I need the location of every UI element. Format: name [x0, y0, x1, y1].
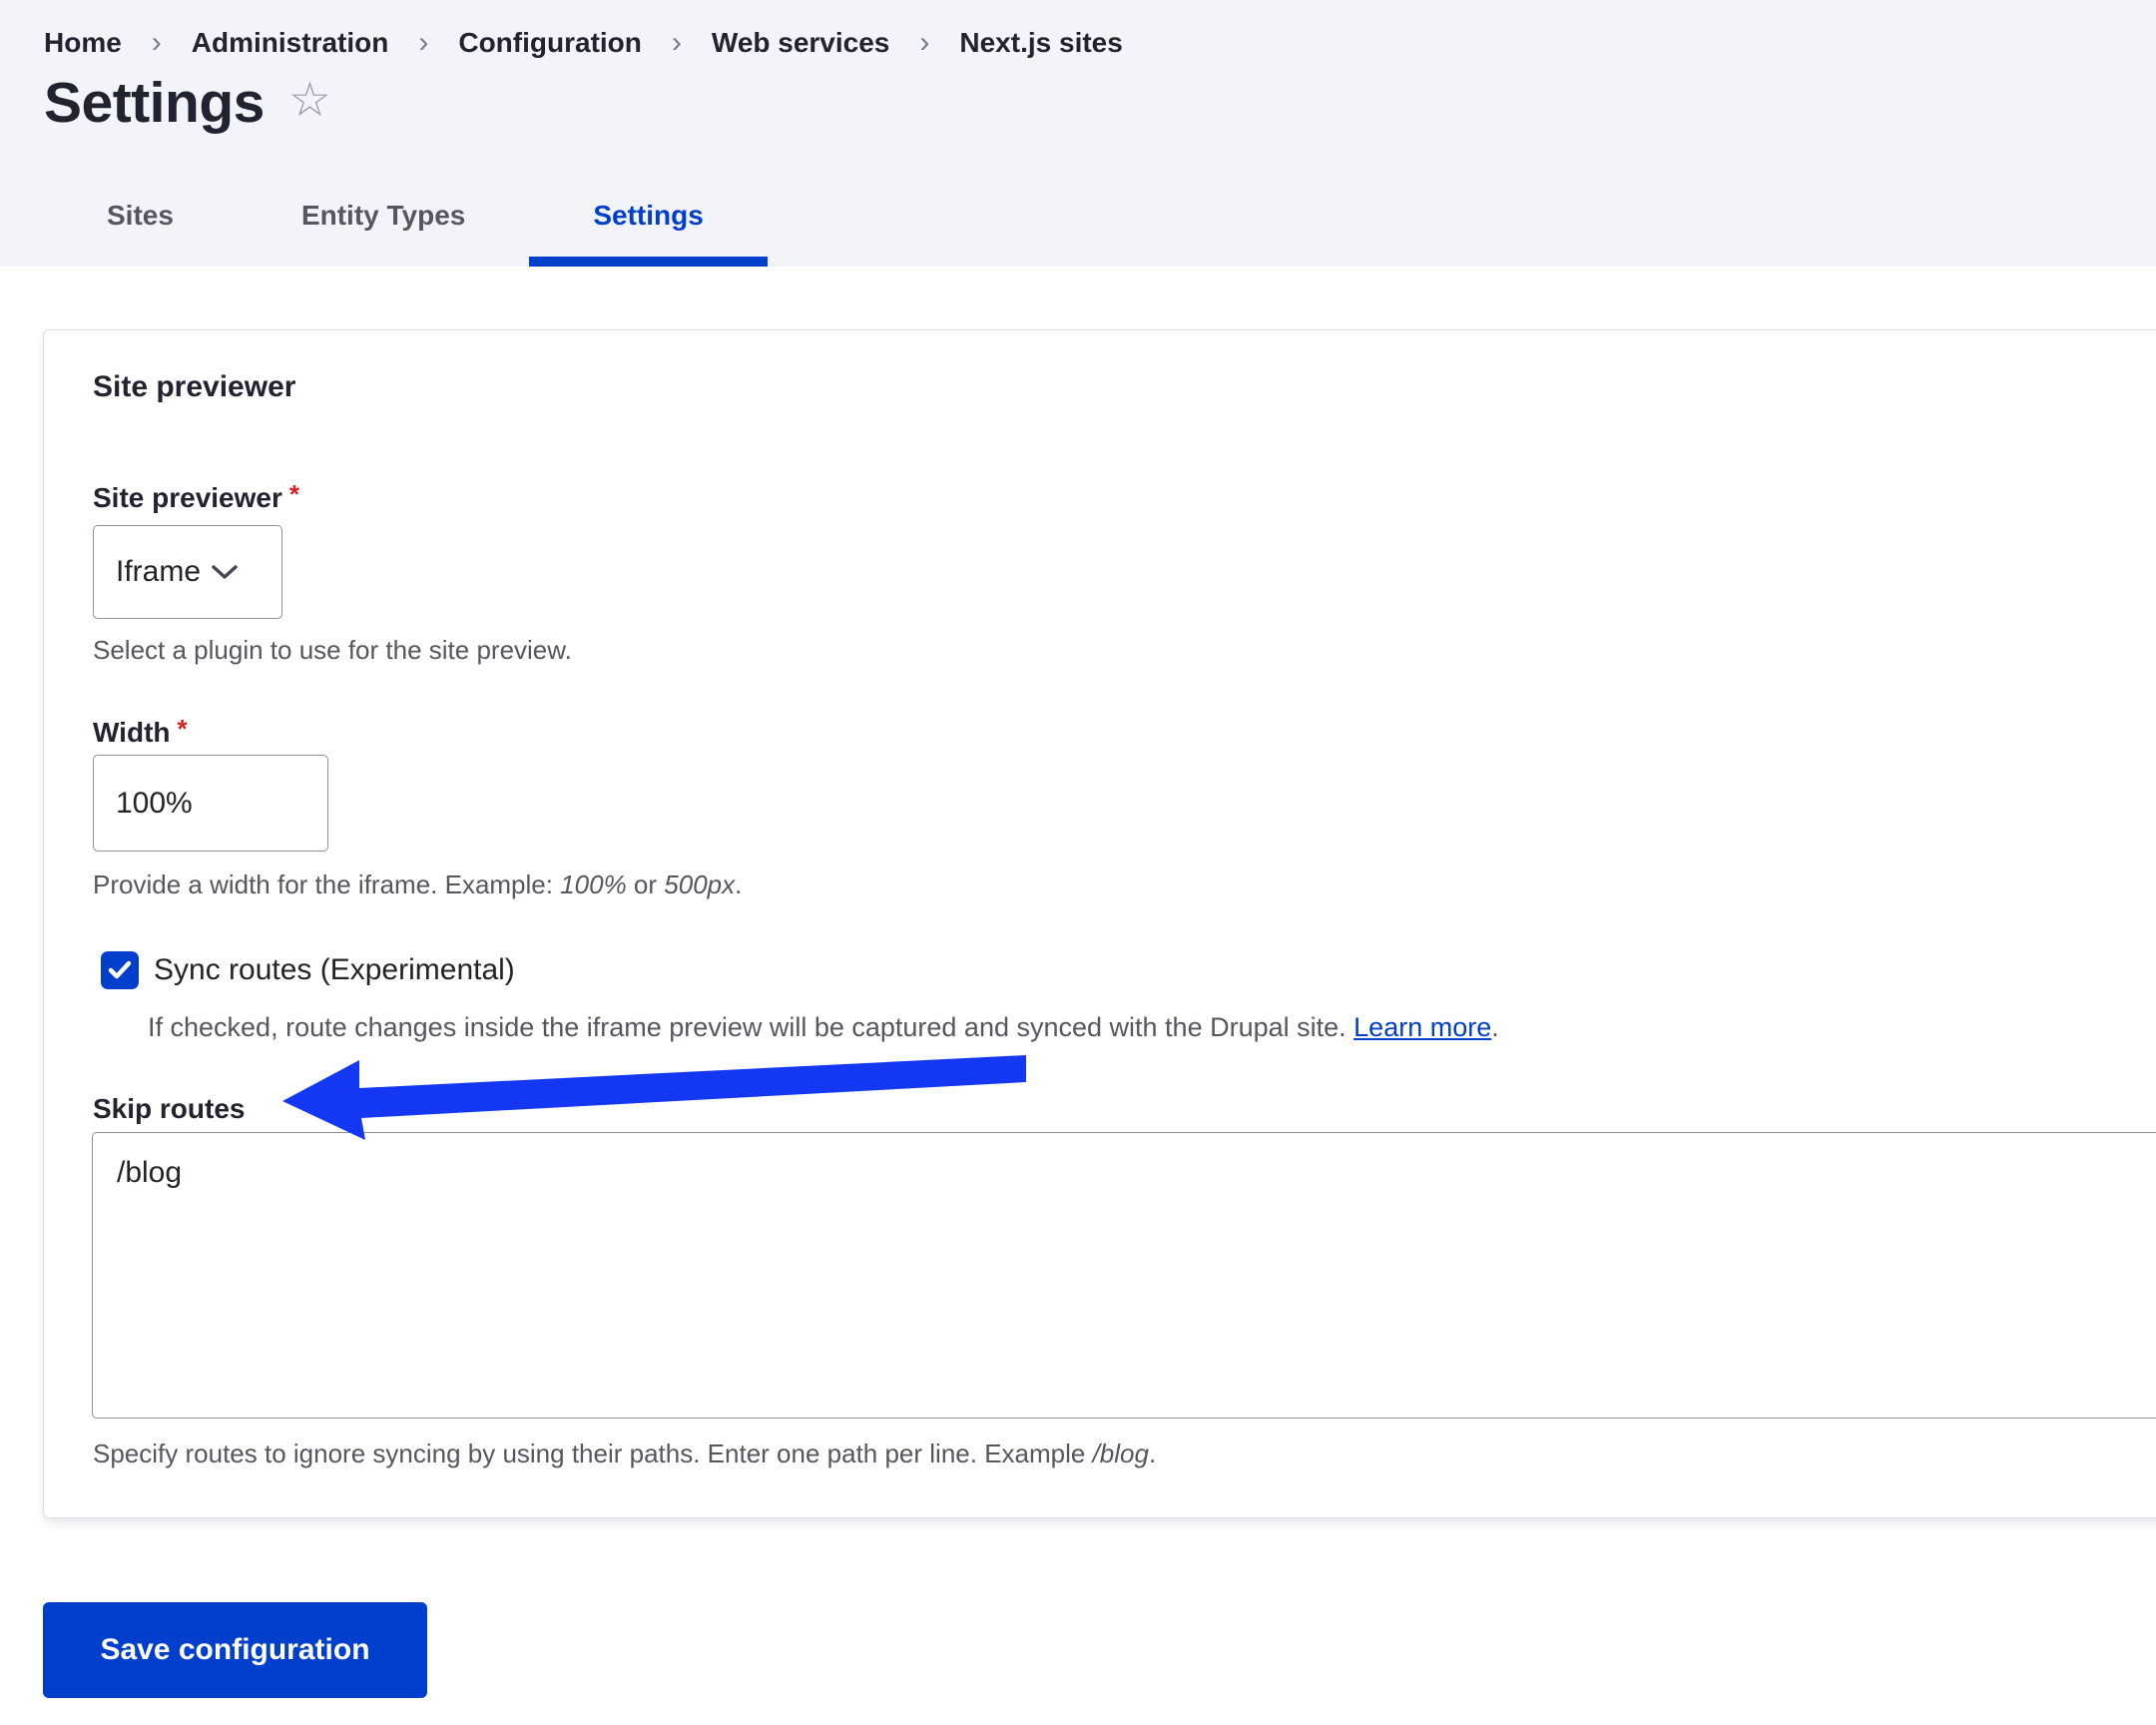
width-example-1: 100% [560, 869, 627, 899]
nextjs-settings-page: Home › Administration › Configuration › … [0, 0, 2156, 1725]
site-previewer-label: Site previewer* [93, 483, 2156, 513]
tab-entity-types[interactable]: Entity Types [238, 175, 529, 267]
width-label-text: Width [93, 717, 171, 748]
skip-routes-description-text: . [1149, 1438, 1156, 1468]
breadcrumb-link-administration[interactable]: Administration [192, 27, 389, 59]
required-asterisk: * [178, 714, 188, 744]
site-previewer-fieldset: Site previewer Site previewer* Iframe Se… [43, 329, 2156, 1518]
title-row: Settings ☆ [0, 60, 2156, 136]
skip-routes-textarea[interactable]: /blog [92, 1132, 2156, 1419]
site-previewer-label-text: Site previewer [93, 482, 282, 513]
width-label: Width* [93, 718, 2156, 748]
chevron-down-icon [211, 563, 239, 581]
breadcrumb-link-nextjs-sites[interactable]: Next.js sites [959, 27, 1122, 59]
breadcrumb-separator-icon: › [418, 26, 428, 60]
site-previewer-select[interactable]: Iframe [93, 525, 282, 619]
favorite-star-icon[interactable]: ☆ [288, 72, 331, 128]
breadcrumb-separator-icon: › [672, 26, 682, 60]
breadcrumb-separator-icon: › [919, 26, 929, 60]
site-previewer-select-value: Iframe [116, 555, 201, 589]
width-description-text: Provide a width for the iframe. Example: [93, 869, 560, 899]
skip-routes-description: Specify routes to ignore syncing by usin… [93, 1438, 2156, 1468]
breadcrumb-link-web-services[interactable]: Web services [712, 27, 890, 59]
breadcrumb-link-configuration[interactable]: Configuration [458, 27, 642, 59]
save-configuration-button[interactable]: Save configuration [43, 1602, 427, 1698]
sync-routes-row: Sync routes (Experimental) [101, 951, 2156, 989]
fieldset-legend: Site previewer [93, 370, 2156, 404]
skip-routes-label: Skip routes [93, 1094, 2156, 1124]
width-example-2: 500px [664, 869, 735, 899]
width-input[interactable] [93, 755, 328, 852]
tab-bar: Sites Entity Types Settings [43, 175, 768, 267]
sync-routes-description-text: If checked, route changes inside the ifr… [148, 1012, 1353, 1042]
skip-routes-description-text: Specify routes to ignore syncing by usin… [93, 1438, 1093, 1468]
skip-routes-example: /blog [1093, 1438, 1149, 1468]
check-icon [108, 960, 132, 980]
width-description: Provide a width for the iframe. Example:… [93, 869, 2156, 899]
width-description-text: or [627, 869, 665, 899]
sync-routes-checkbox[interactable] [101, 951, 139, 989]
breadcrumb-separator-icon: › [152, 26, 162, 60]
tab-sites[interactable]: Sites [43, 175, 238, 267]
site-previewer-description: Select a plugin to use for the site prev… [93, 635, 2156, 665]
required-asterisk: * [289, 479, 299, 509]
page-header: Home › Administration › Configuration › … [0, 0, 2156, 267]
breadcrumb-link-home[interactable]: Home [44, 27, 122, 59]
sync-routes-label: Sync routes (Experimental) [154, 953, 515, 987]
sync-routes-description-text: . [1491, 1012, 1499, 1042]
page-title: Settings [44, 70, 265, 136]
breadcrumb: Home › Administration › Configuration › … [0, 0, 2156, 60]
tab-settings[interactable]: Settings [529, 175, 767, 267]
sync-routes-description: If checked, route changes inside the ifr… [148, 1011, 2156, 1043]
width-description-text: . [735, 869, 742, 899]
learn-more-link[interactable]: Learn more [1353, 1012, 1491, 1042]
